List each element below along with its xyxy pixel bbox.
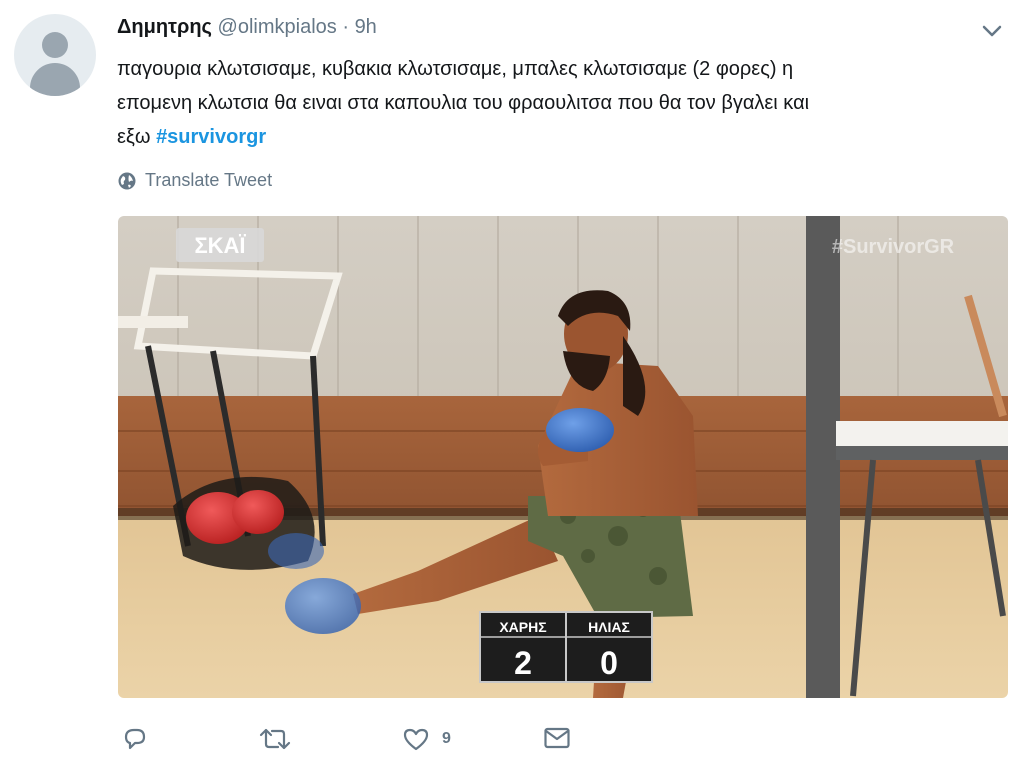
avatar-body-shape [30,63,80,96]
translate-tweet-link[interactable]: Translate Tweet [117,170,272,191]
survivor-game-scene: ΣΚΑΪ #SurvivorGR ΧΑΡΗΣ ΗΛΙΑΣ 2 0 [118,216,1008,698]
reply-button[interactable] [122,726,148,752]
channel-logo-text: ΣΚΑΪ [194,233,246,258]
avatar[interactable] [14,14,96,96]
separator-dot: · [342,16,349,38]
translate-label: Translate Tweet [145,170,273,190]
like-button[interactable]: 9 [402,726,451,752]
author-name[interactable]: Δημητρης [117,16,212,38]
score-left-name: ΧΑΡΗΣ [499,619,546,635]
watermark-text: #SurvivorGR [832,236,955,258]
reply-icon [124,728,146,750]
tweet-timestamp[interactable]: 9h [355,16,377,38]
tweet-text: παγουρια κλωτσισαμε, κυβακια κλωτσισαμε,… [117,52,997,154]
direct-message-button[interactable] [543,726,571,750]
tweet-header: Δημητρης @olimkpialos · 9h [117,15,377,39]
score-right-name: ΗΛΙΑΣ [588,619,630,635]
heart-icon [403,728,429,751]
tweet-text-line: εξω #survivorgr [117,120,997,154]
tweet-text-last-words: εξω [117,126,151,148]
tweet-media-image[interactable]: ΣΚΑΪ #SurvivorGR ΧΑΡΗΣ ΗΛΙΑΣ 2 0 [118,216,1008,698]
chevron-down-icon[interactable] [980,18,1004,42]
envelope-icon [544,727,570,749]
score-left-value: 2 [514,645,532,681]
avatar-head-shape [42,32,68,58]
tweet-text-line: παγουρια κλωτσισαμε, κυβακια κλωτσισαμε,… [117,58,794,80]
globe-icon [118,172,136,189]
hashtag-link[interactable]: #survivorgr [156,126,266,148]
tweet-actions: 9 [0,726,1024,756]
like-count: 9 [442,730,451,747]
channel-logo: ΣΚΑΪ [176,228,264,262]
scoreboard: ΧΑΡΗΣ ΗΛΙΑΣ 2 0 [479,611,653,683]
tweet-text-line: επομενη κλωτσια θα ειναι στα καπουλια το… [117,92,810,114]
author-handle[interactable]: @olimkpialos [218,16,337,38]
retweet-icon [259,728,291,750]
score-right-value: 0 [600,645,618,681]
retweet-button[interactable] [258,726,292,752]
